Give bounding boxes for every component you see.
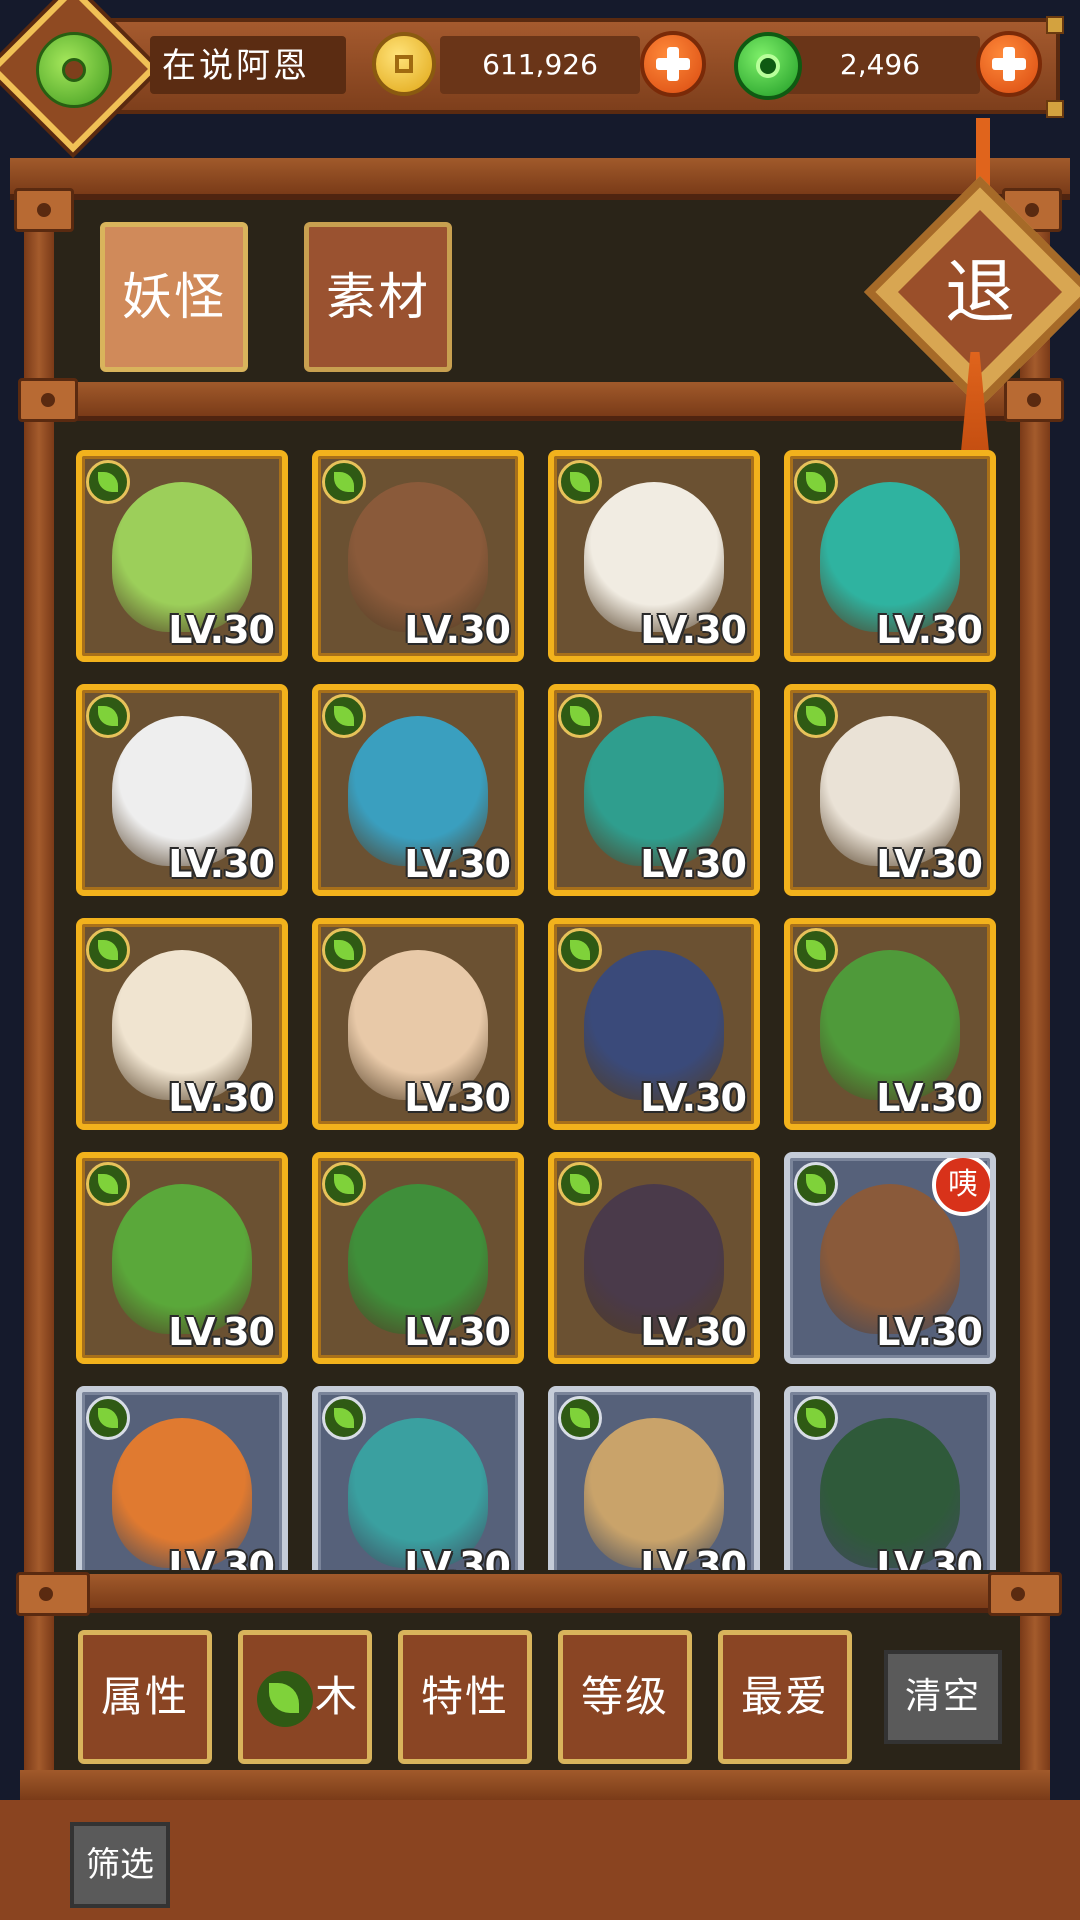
card-level: LV.30 <box>404 842 511 886</box>
gold-value: 611,926 <box>482 48 598 81</box>
yokai-card[interactable]: LV.30 <box>312 1386 524 1570</box>
card-level: LV.30 <box>404 1076 511 1120</box>
leaf-icon <box>794 694 838 738</box>
yokai-card[interactable]: LV.30 <box>548 450 760 662</box>
yokai-card[interactable]: LV.30 <box>76 1152 288 1364</box>
card-level: LV.30 <box>876 608 983 652</box>
yokai-card[interactable]: LV.30 咦 <box>784 1152 996 1364</box>
card-level: LV.30 <box>404 1544 511 1570</box>
card-level: LV.30 <box>876 1544 983 1570</box>
shelf-right-post <box>1020 190 1050 1790</box>
yokai-card[interactable]: LV.30 <box>784 684 996 896</box>
yokai-card[interactable]: LV.30 <box>784 918 996 1130</box>
card-level: LV.30 <box>404 608 511 652</box>
new-badge: 咦 <box>932 1158 990 1216</box>
gold-coin-icon <box>372 32 436 96</box>
yokai-card[interactable]: LV.30 <box>548 918 760 1130</box>
grid-shelf-beam <box>20 1574 1050 1613</box>
card-level: LV.30 <box>640 1310 747 1354</box>
leaf-icon <box>86 460 130 504</box>
filter-attribute-button[interactable]: 属性 <box>78 1630 212 1764</box>
filter-wood-label: 木 <box>315 1672 360 1721</box>
shelf-bracket <box>18 378 78 422</box>
add-jade-button[interactable] <box>976 31 1042 97</box>
exit-label[interactable]: 退 <box>898 240 1062 344</box>
add-gold-button[interactable] <box>640 31 706 97</box>
shelf-bracket <box>14 188 74 232</box>
card-level: LV.30 <box>876 842 983 886</box>
yokai-card[interactable]: LV.30 <box>76 684 288 896</box>
leaf-icon <box>558 460 602 504</box>
tab-material[interactable]: 素材 <box>304 222 452 372</box>
yokai-card[interactable]: LV.30 <box>312 918 524 1130</box>
card-level: LV.30 <box>876 1076 983 1120</box>
leaf-icon <box>558 1396 602 1440</box>
tab-yokai[interactable]: 妖怪 <box>100 222 248 372</box>
clear-button[interactable]: 清空 <box>884 1650 1002 1744</box>
yokai-card[interactable]: LV.30 <box>784 450 996 662</box>
leaf-icon <box>558 1162 602 1206</box>
card-level: LV.30 <box>640 1544 747 1570</box>
shelf-bracket <box>988 1572 1062 1616</box>
leaf-icon <box>558 928 602 972</box>
shelf-bracket <box>16 1572 90 1616</box>
filter-shelf-beam <box>20 1770 1050 1800</box>
filter-level-button[interactable]: 等级 <box>558 1630 692 1764</box>
card-level: LV.30 <box>168 1544 275 1570</box>
yokai-card[interactable]: LV.30 <box>312 1152 524 1364</box>
card-level: LV.30 <box>640 608 747 652</box>
yokai-grid: LV.30 LV.30 LV.30 LV.30 LV.30 LV.30 LV.30 LV.30… <box>70 446 1010 1570</box>
yokai-card[interactable]: LV.30 <box>784 1386 996 1570</box>
card-level: LV.30 <box>404 1310 511 1354</box>
leaf-icon <box>322 1396 366 1440</box>
yokai-card[interactable]: LV.30 <box>76 1386 288 1570</box>
leaf-icon <box>794 1162 838 1206</box>
shelf-top-beam <box>10 158 1070 200</box>
leaf-icon <box>322 694 366 738</box>
filter-trait-button[interactable]: 特性 <box>398 1630 532 1764</box>
player-name: 在说阿恩 <box>162 46 310 86</box>
filter-wood-button[interactable]: 木 <box>238 1630 372 1764</box>
leaf-icon <box>86 694 130 738</box>
filter-favorite-button[interactable]: 最爱 <box>718 1630 852 1764</box>
yokai-card[interactable]: LV.30 <box>548 1152 760 1364</box>
jade-value: 2,496 <box>839 48 921 81</box>
bar-corner-ornament <box>1046 16 1064 34</box>
card-level: LV.30 <box>168 1310 275 1354</box>
leaf-icon <box>794 1396 838 1440</box>
yokai-card[interactable]: LV.30 <box>76 918 288 1130</box>
shelf-left-post <box>24 190 54 1790</box>
leaf-icon <box>322 1162 366 1206</box>
leaf-icon <box>322 460 366 504</box>
leaf-icon <box>86 928 130 972</box>
yokai-card[interactable]: LV.30 <box>76 450 288 662</box>
card-level: LV.30 <box>168 842 275 886</box>
yokai-card[interactable]: LV.30 <box>312 684 524 896</box>
yokai-card[interactable]: LV.30 <box>548 684 760 896</box>
card-level: LV.30 <box>168 1076 275 1120</box>
bar-corner-ornament <box>1046 100 1064 118</box>
card-level: LV.30 <box>640 1076 747 1120</box>
filter-button[interactable]: 筛选 <box>70 1822 170 1908</box>
tab-shelf-beam <box>20 382 1050 421</box>
yokai-card[interactable]: LV.30 <box>312 450 524 662</box>
yokai-card[interactable]: LV.30 <box>548 1386 760 1570</box>
jade-ring-icon <box>62 58 86 82</box>
leaf-icon <box>794 928 838 972</box>
leaf-icon <box>558 694 602 738</box>
leaf-icon <box>322 928 366 972</box>
leaf-icon <box>257 1671 313 1727</box>
card-level: LV.30 <box>640 842 747 886</box>
leaf-icon <box>86 1396 130 1440</box>
leaf-icon <box>86 1162 130 1206</box>
card-level: LV.30 <box>168 608 275 652</box>
shelf-bracket <box>1004 378 1064 422</box>
card-level: LV.30 <box>876 1310 983 1354</box>
leaf-icon <box>794 460 838 504</box>
